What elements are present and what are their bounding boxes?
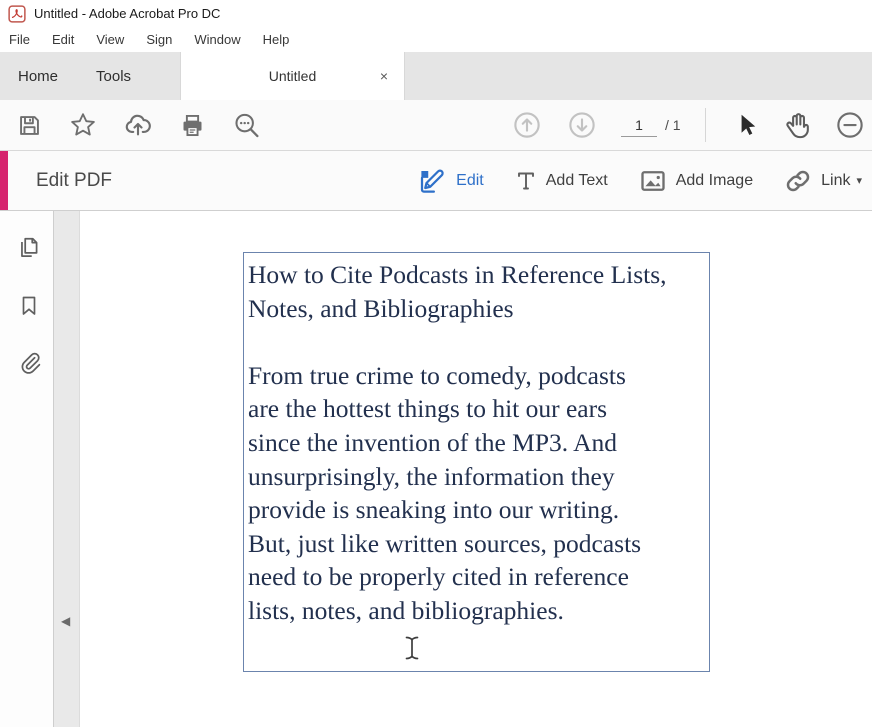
chevron-down-icon: ▾ bbox=[856, 174, 862, 187]
document-area: ◀ How to Cite Podcasts in Reference List… bbox=[0, 211, 872, 727]
link-button[interactable]: Link ▾ bbox=[783, 166, 862, 196]
tab-bar-empty bbox=[405, 52, 872, 100]
hand-tool-icon[interactable] bbox=[782, 110, 813, 141]
menu-view[interactable]: View bbox=[85, 28, 135, 51]
toolbar-divider bbox=[705, 108, 706, 142]
editable-text-box[interactable]: How to Cite Podcasts in Reference Lists,… bbox=[243, 252, 710, 672]
page-total-label: / 1 bbox=[665, 117, 681, 133]
toolbar-center-group: / 1 bbox=[512, 100, 865, 150]
cloud-upload-icon[interactable] bbox=[123, 110, 153, 140]
bookmarks-icon[interactable] bbox=[16, 291, 42, 321]
acrobat-window: Untitled - Adobe Acrobat Pro DC File Edi… bbox=[0, 0, 872, 727]
panel-gutter: ◀ bbox=[53, 211, 80, 727]
add-text-button-label: Add Text bbox=[546, 172, 608, 190]
edit-pdf-accent-bar bbox=[0, 151, 8, 210]
edit-pdf-actions: Edit Add Text Add Image L bbox=[416, 151, 862, 210]
attachments-icon[interactable] bbox=[16, 347, 42, 377]
edit-button-label: Edit bbox=[456, 172, 484, 190]
text-cursor-icon bbox=[403, 634, 421, 662]
tab-home[interactable]: Home bbox=[16, 62, 60, 91]
title-bar: Untitled - Adobe Acrobat Pro DC bbox=[0, 0, 872, 27]
add-text-button[interactable]: Add Text bbox=[514, 168, 608, 194]
edit-button[interactable]: Edit bbox=[416, 166, 484, 196]
select-tool-icon[interactable] bbox=[734, 112, 760, 138]
menu-sign[interactable]: Sign bbox=[135, 28, 183, 51]
tab-document-untitled[interactable]: Untitled × bbox=[181, 52, 405, 100]
tab-nav-group: Home Tools bbox=[0, 52, 181, 100]
menu-window[interactable]: Window bbox=[183, 28, 251, 51]
toolbar-left-group bbox=[16, 100, 261, 150]
star-icon[interactable] bbox=[69, 111, 97, 139]
add-image-button[interactable]: Add Image bbox=[638, 167, 753, 195]
page-thumbnails-icon[interactable] bbox=[16, 233, 42, 263]
link-icon bbox=[783, 166, 813, 196]
close-tab-icon[interactable]: × bbox=[376, 67, 392, 85]
edit-pdf-bar: Edit PDF Edit Add Text bbox=[0, 151, 872, 211]
menu-help[interactable]: Help bbox=[252, 28, 301, 51]
print-icon[interactable] bbox=[179, 112, 206, 139]
page-number-input[interactable] bbox=[621, 113, 657, 137]
menu-file[interactable]: File bbox=[0, 28, 41, 51]
document-text: How to Cite Podcasts in Reference Lists,… bbox=[244, 253, 709, 628]
menu-bar: File Edit View Sign Window Help bbox=[0, 27, 872, 52]
main-toolbar: / 1 bbox=[0, 100, 872, 151]
tab-document-label: Untitled bbox=[269, 68, 316, 84]
edit-pencil-icon bbox=[416, 166, 448, 196]
link-button-label: Link bbox=[821, 172, 850, 190]
previous-page-icon[interactable] bbox=[512, 110, 542, 140]
zoom-out-icon[interactable] bbox=[835, 110, 865, 140]
add-image-button-label: Add Image bbox=[676, 172, 753, 190]
edit-pdf-title: Edit PDF bbox=[36, 170, 112, 192]
window-title: Untitled - Adobe Acrobat Pro DC bbox=[34, 6, 220, 21]
collapse-panel-icon[interactable]: ◀ bbox=[61, 614, 73, 628]
next-page-icon[interactable] bbox=[567, 110, 597, 140]
menu-edit[interactable]: Edit bbox=[41, 28, 85, 51]
save-icon[interactable] bbox=[16, 112, 43, 139]
add-image-icon bbox=[638, 167, 668, 195]
navigation-rail bbox=[0, 211, 53, 727]
find-icon[interactable] bbox=[232, 111, 261, 140]
pdf-page: How to Cite Podcasts in Reference Lists,… bbox=[81, 211, 872, 727]
tab-bar: Home Tools Untitled × bbox=[0, 52, 872, 100]
add-text-icon bbox=[514, 168, 538, 194]
tab-tools[interactable]: Tools bbox=[94, 62, 133, 91]
acrobat-logo-icon bbox=[8, 5, 26, 23]
